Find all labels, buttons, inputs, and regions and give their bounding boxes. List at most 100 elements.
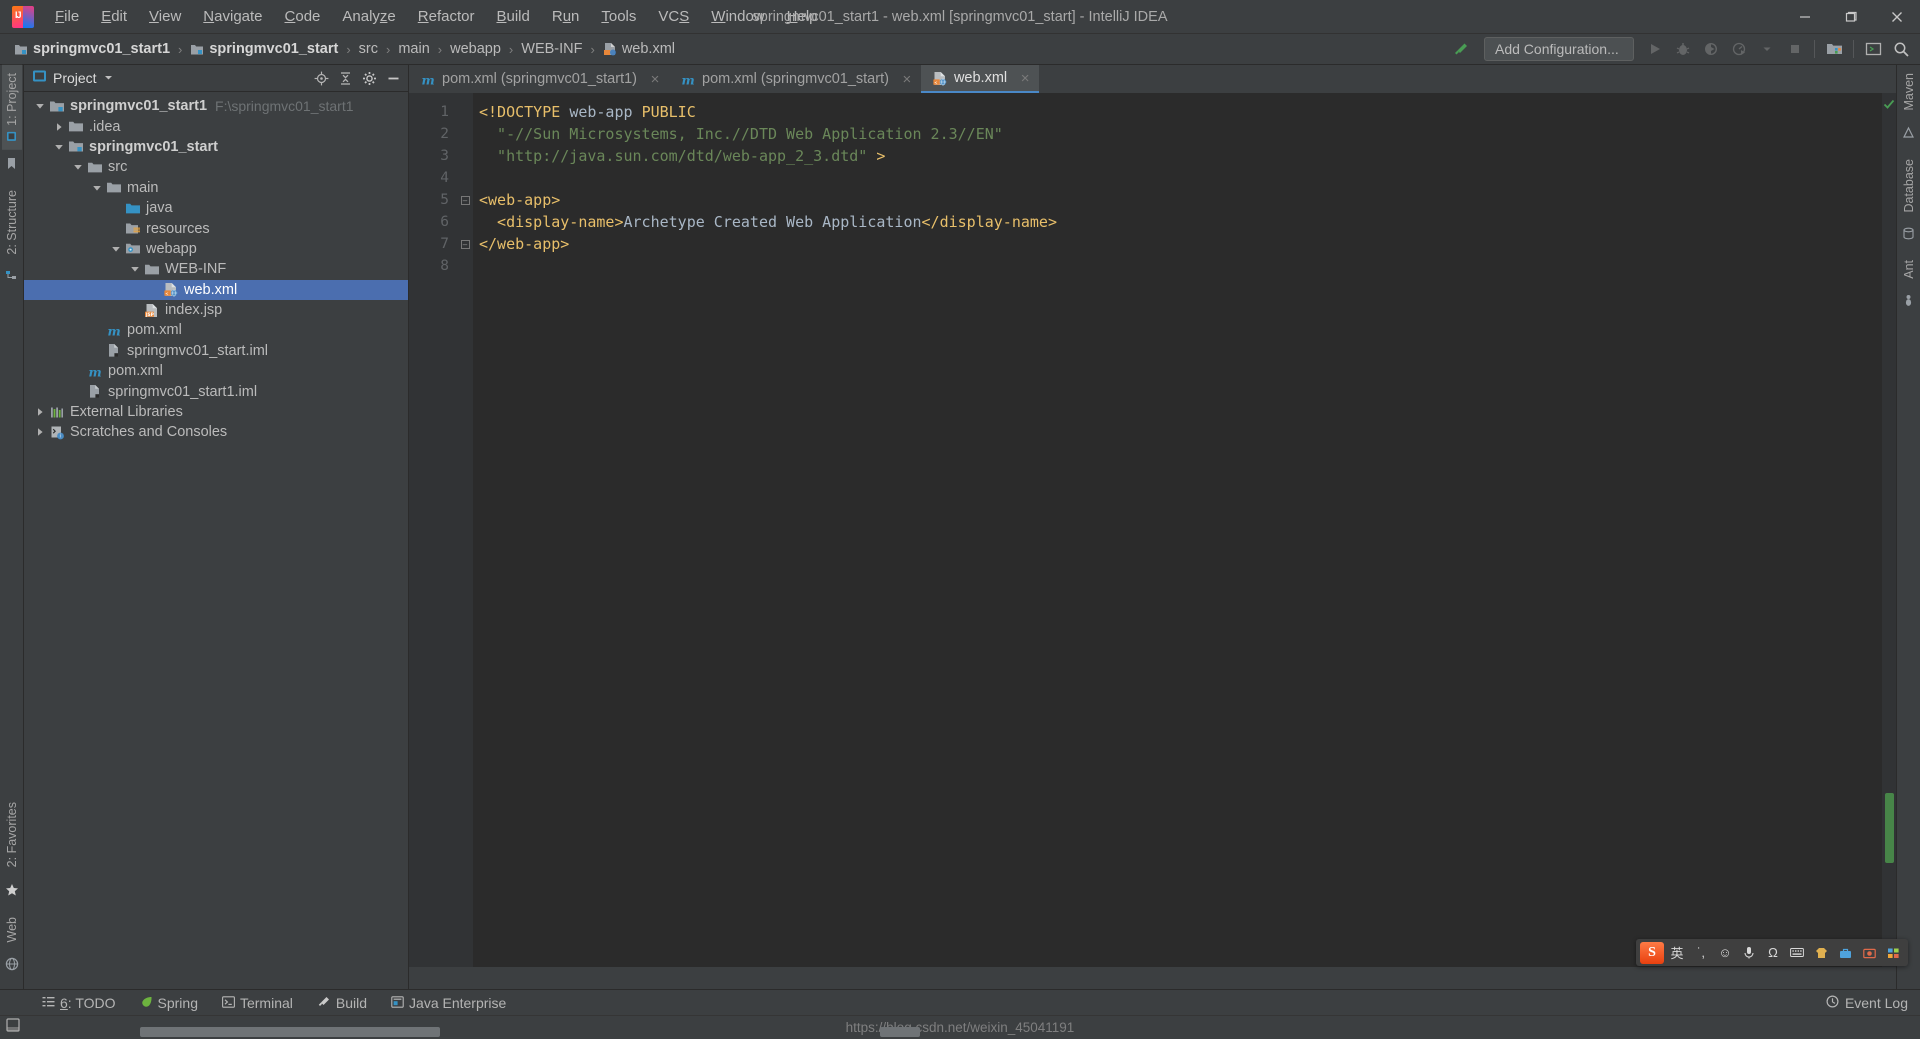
profiler-icon[interactable]	[1726, 37, 1752, 61]
sidebar-item-database[interactable]: Database	[1899, 151, 1919, 221]
chevron-down-icon[interactable]	[127, 264, 143, 274]
breadcrumb-item-5[interactable]: WEB-INF	[519, 39, 584, 59]
menu-help[interactable]: Help	[776, 3, 829, 31]
ime-keyboard-icon[interactable]	[1786, 942, 1808, 964]
menu-tools[interactable]: Tools	[590, 3, 647, 31]
code-line-3[interactable]: "http://java.sun.com/dtd/web-app_2_3.dtd…	[473, 145, 1896, 167]
menu-file[interactable]: File	[44, 3, 90, 31]
menu-edit[interactable]: Edit	[90, 3, 138, 31]
ant-icon[interactable]	[1902, 294, 1915, 312]
collapse-all-icon[interactable]	[334, 67, 356, 89]
tree-node-pom-xml[interactable]: m pom.xml	[24, 320, 408, 340]
code-line-4[interactable]	[473, 167, 1896, 189]
code-line-1[interactable]: <!DOCTYPE web-app PUBLIC	[473, 101, 1896, 123]
editor-tabs[interactable]: m pom.xml (springmvc01_start1) × m pom.xml (…	[409, 65, 1896, 93]
tool-window-todo[interactable]: 6: TODO	[30, 993, 128, 1013]
chevron-down-icon[interactable]	[1754, 37, 1780, 61]
run-icon[interactable]	[1642, 37, 1668, 61]
tree-node-springmvc01-start1[interactable]: springmvc01_start1 F:\springmvc01_start1	[24, 96, 408, 116]
project-tree[interactable]: springmvc01_start1 F:\springmvc01_start1.…	[24, 92, 408, 989]
breadcrumb-item-2[interactable]: src	[357, 39, 380, 59]
tree-node-webapp[interactable]: webapp	[24, 239, 408, 259]
menu-refactor[interactable]: Refactor	[407, 3, 486, 31]
code-line-5[interactable]: <web-app>	[473, 189, 1896, 211]
chevron-down-icon[interactable]	[108, 244, 124, 254]
menu-view[interactable]: View	[138, 3, 192, 31]
chevron-down-icon[interactable]	[104, 69, 113, 87]
sidebar-item-favorites[interactable]: 2: Favorites	[2, 794, 22, 875]
tree-node-index-jsp[interactable]: JSP index.jsp	[24, 300, 408, 320]
menu-navigate[interactable]: Navigate	[192, 3, 273, 31]
chevron-right-icon[interactable]	[51, 122, 67, 132]
code-line-6[interactable]: <display-name>Archetype Created Web Appl…	[473, 211, 1896, 233]
code-editor[interactable]: <!DOCTYPE web-app PUBLIC "-//Sun Microsy…	[473, 93, 1896, 967]
menu-analyze[interactable]: Analyze	[331, 3, 406, 31]
search-everywhere-icon[interactable]	[1888, 37, 1914, 61]
menu-code[interactable]: Code	[274, 3, 332, 31]
tree-node-web-xml[interactable]: < web.xml	[24, 279, 408, 300]
event-log-label[interactable]: Event Log	[1845, 995, 1908, 1011]
ime-toolbox-icon[interactable]	[1834, 942, 1856, 964]
breadcrumb[interactable]: springmvc01_start1 › springmvc01_start ›…	[12, 39, 677, 59]
close-tab-icon[interactable]: ×	[901, 71, 913, 88]
chevron-right-icon[interactable]	[32, 427, 48, 437]
tool-window-spring[interactable]: Spring	[128, 993, 210, 1013]
breadcrumb-item-3[interactable]: main	[396, 39, 431, 59]
editor-tab-1[interactable]: m pom.xml (springmvc01_start1) ×	[409, 65, 669, 93]
menu-bar[interactable]: File Edit View Navigate Code Analyze Ref…	[44, 3, 829, 31]
menu-vcs[interactable]: VCS	[647, 3, 700, 31]
gear-icon[interactable]	[358, 67, 380, 89]
web-globe-icon[interactable]	[5, 957, 19, 976]
database-icon[interactable]	[1902, 227, 1915, 245]
close-button[interactable]	[1874, 0, 1920, 34]
fold-toggle-icon[interactable]: –	[457, 189, 473, 211]
scrollbar-thumb[interactable]	[1885, 793, 1894, 863]
hide-panel-icon[interactable]	[382, 67, 404, 89]
close-tab-icon[interactable]: ×	[1019, 70, 1031, 87]
fold-toggle-icon[interactable]: –	[457, 233, 473, 255]
chevron-down-icon[interactable]	[70, 162, 86, 172]
menu-run[interactable]: Run	[541, 3, 591, 31]
structure-icon[interactable]	[5, 269, 18, 287]
tree-node-web-inf[interactable]: WEB-INF	[24, 259, 408, 279]
code-line-7[interactable]: </web-app>	[473, 233, 1896, 255]
chevron-down-icon[interactable]	[89, 183, 105, 193]
maximize-button[interactable]	[1828, 0, 1874, 34]
minimize-button[interactable]	[1782, 0, 1828, 34]
breadcrumb-item-1[interactable]: springmvc01_start	[188, 39, 340, 59]
tree-node-springmvc01-start1-iml[interactable]: springmvc01_start1.iml	[24, 381, 408, 401]
close-tab-icon[interactable]: ×	[649, 71, 661, 88]
fold-gutter[interactable]: – –	[457, 93, 473, 967]
tree-node-external-libraries[interactable]: External Libraries	[24, 402, 408, 422]
menu-window[interactable]: Window	[700, 3, 775, 31]
sidebar-item-structure[interactable]: 2: Structure	[2, 182, 22, 263]
code-line-2[interactable]: "-//Sun Microsystems, Inc.//DTD Web Appl…	[473, 123, 1896, 145]
tool-window-build[interactable]: Build	[305, 993, 379, 1013]
breadcrumb-item-0[interactable]: springmvc01_start1	[12, 39, 172, 59]
menu-build[interactable]: Build	[485, 3, 540, 31]
stop-icon[interactable]	[1782, 37, 1808, 61]
ime-screenshot-icon[interactable]	[1858, 942, 1880, 964]
code-line-8[interactable]	[473, 255, 1896, 277]
run-with-coverage-icon[interactable]	[1698, 37, 1724, 61]
terminal-icon[interactable]	[1860, 37, 1886, 61]
chevron-right-icon[interactable]	[32, 407, 48, 417]
bookmarks-icon[interactable]	[5, 157, 18, 175]
sidebar-item-web[interactable]: Web	[2, 909, 22, 950]
editor-tab-3[interactable]: < web.xml ×	[920, 65, 1040, 93]
tree-node-src[interactable]: src	[24, 157, 408, 177]
tree-node-springmvc01-start-iml[interactable]: springmvc01_start.iml	[24, 341, 408, 361]
ime-menu-icon[interactable]	[1882, 942, 1904, 964]
debug-icon[interactable]	[1670, 37, 1696, 61]
tree-node-springmvc01-start[interactable]: springmvc01_start	[24, 137, 408, 157]
tree-node-idea[interactable]: .idea	[24, 116, 408, 136]
project-structure-icon[interactable]	[1821, 37, 1847, 61]
ime-voice-icon[interactable]	[1738, 942, 1760, 964]
ime-punctuation[interactable]: ˙,	[1690, 942, 1712, 964]
ime-emoji[interactable]: ☺	[1714, 942, 1736, 964]
sidebar-item-ant[interactable]: Ant	[1899, 252, 1919, 287]
tree-node-pom-xml[interactable]: m pom.xml	[24, 361, 408, 381]
tool-window-java-enterprise[interactable]: Java Enterprise	[379, 993, 518, 1013]
locate-file-icon[interactable]	[310, 67, 332, 89]
tree-node-main[interactable]: main	[24, 178, 408, 198]
